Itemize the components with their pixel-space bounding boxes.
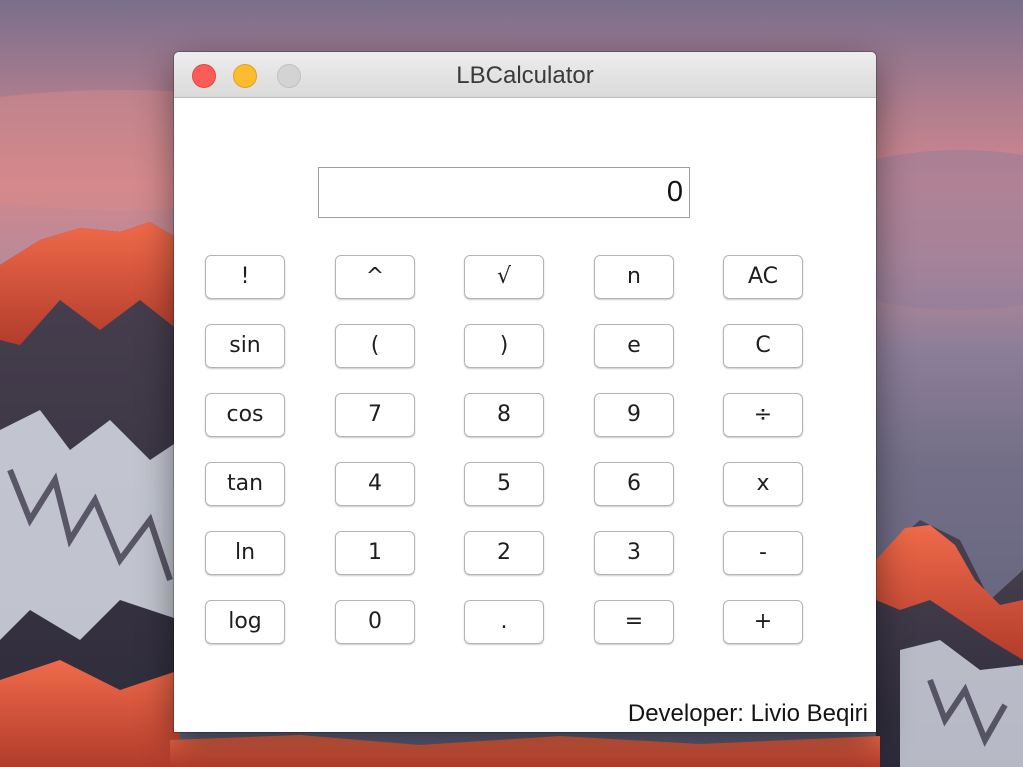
- clear-button[interactable]: C: [723, 324, 803, 368]
- window-title: LBCalculator: [456, 62, 594, 89]
- equals-button[interactable]: =: [594, 600, 674, 644]
- subtract-button[interactable]: -: [723, 531, 803, 575]
- calculator-window: LBCalculator ! ^ √ n AC sin () e Ccos 7 8 9 ÷ tan 4 5 6 x…: [174, 52, 876, 732]
- n-button[interactable]: n: [594, 255, 674, 299]
- decimal-button[interactable]: .: [464, 600, 544, 644]
- digit-0-button[interactable]: 0: [335, 600, 415, 644]
- title-bar[interactable]: LBCalculator: [174, 52, 876, 98]
- divide-button[interactable]: ÷: [723, 393, 803, 437]
- close-paren-button[interactable]: ): [464, 324, 544, 368]
- digit-1-button[interactable]: 1: [335, 531, 415, 575]
- digit-8-button[interactable]: 8: [464, 393, 544, 437]
- multiply-button[interactable]: x: [723, 462, 803, 506]
- all-clear-button[interactable]: AC: [723, 255, 803, 299]
- power-button[interactable]: ^: [335, 255, 415, 299]
- digit-3-button[interactable]: 3: [594, 531, 674, 575]
- digit-9-button[interactable]: 9: [594, 393, 674, 437]
- factorial-button[interactable]: !: [205, 255, 285, 299]
- sin-button[interactable]: sin: [205, 324, 285, 368]
- digit-6-button[interactable]: 6: [594, 462, 674, 506]
- add-button[interactable]: +: [723, 600, 803, 644]
- euler-button[interactable]: e: [594, 324, 674, 368]
- digit-4-button[interactable]: 4: [335, 462, 415, 506]
- digit-7-button[interactable]: 7: [335, 393, 415, 437]
- calculator-display[interactable]: [318, 167, 690, 218]
- ln-button[interactable]: ln: [205, 531, 285, 575]
- open-paren-button[interactable]: (: [335, 324, 415, 368]
- square-root-button[interactable]: √: [464, 255, 544, 299]
- digit-2-button[interactable]: 2: [464, 531, 544, 575]
- tan-button[interactable]: tan: [205, 462, 285, 506]
- digit-5-button[interactable]: 5: [464, 462, 544, 506]
- log-button[interactable]: log: [205, 600, 285, 644]
- developer-credit: Developer: Livio Beqiri: [627, 700, 868, 727]
- cos-button[interactable]: cos: [205, 393, 285, 437]
